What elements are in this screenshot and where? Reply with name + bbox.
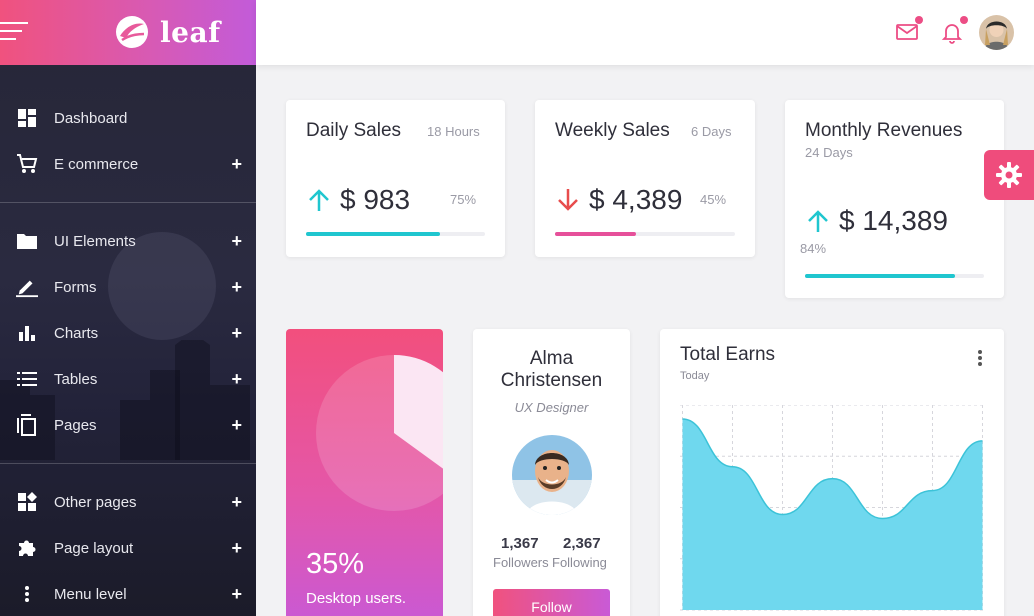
bell-notification-dot	[960, 16, 968, 24]
stat-percent: 45%	[700, 192, 727, 207]
sidebar-item-ui-elements[interactable]: UI Elements +	[0, 218, 256, 264]
followers-count: 1,367	[501, 535, 539, 552]
total-earns-chart	[680, 405, 985, 611]
mail-icon[interactable]	[895, 16, 923, 44]
sidebar-item-label: Charts	[54, 324, 99, 342]
sidebar-item-label: Dashboard	[54, 109, 128, 127]
stat-value: $ 14,389	[839, 205, 948, 236]
list-icon	[16, 368, 38, 390]
sidebar-divider	[0, 463, 256, 464]
sidebar-item-other-pages[interactable]: Other pages +	[0, 479, 256, 525]
brand-logo[interactable]: leaf	[114, 14, 221, 50]
desktop-label: Desktop users.	[306, 590, 407, 607]
more-vertical-icon	[16, 583, 38, 605]
stat-period: 24 Days	[805, 145, 853, 160]
progress-fill	[306, 232, 441, 236]
expand-plus-icon[interactable]: +	[231, 370, 242, 388]
sidebar-item-pages[interactable]: Pages +	[0, 402, 256, 448]
sidebar-item-label: Forms	[54, 278, 97, 296]
expand-plus-icon[interactable]: +	[231, 155, 242, 173]
widgets-icon	[16, 491, 38, 513]
stat-title: Monthly Revenues	[805, 120, 963, 141]
brand-name: leaf	[160, 15, 221, 49]
sidebar-item-label: UI Elements	[54, 232, 136, 250]
desktop-percent: 35%	[306, 548, 365, 580]
sidebar-item-charts[interactable]: Charts +	[0, 310, 256, 356]
expand-plus-icon[interactable]: +	[231, 232, 242, 250]
follow-button[interactable]: Follow	[493, 589, 610, 616]
stat-title: Weekly Sales	[555, 120, 670, 141]
following-count: 2,367	[563, 535, 601, 552]
monthly-revenues-card: Monthly Revenues 24 Days $ 14,389 84%	[785, 100, 1004, 298]
menu-toggle-icon[interactable]	[0, 22, 28, 42]
puzzle-icon	[16, 537, 38, 559]
profile-role: UX Designer	[514, 400, 589, 415]
stat-percent: 75%	[450, 192, 477, 207]
progress-bar	[805, 274, 984, 278]
sidebar-item-label: Pages	[54, 416, 97, 434]
bell-icon[interactable]	[940, 16, 968, 44]
copy-icon	[16, 414, 38, 436]
stat-value-row: $ 983	[306, 184, 410, 216]
sidebar-item-label: Other pages	[54, 493, 137, 511]
folder-icon	[16, 230, 38, 252]
chart-title: Total Earns	[680, 344, 776, 365]
more-vertical-icon[interactable]	[975, 349, 985, 367]
sidebar-item-ecommerce[interactable]: E commerce +	[0, 141, 256, 187]
profile-last-name: Christensen	[500, 370, 603, 391]
profile-avatar	[512, 435, 592, 515]
daily-sales-card: Daily Sales 18 Hours $ 983 75%	[286, 100, 505, 257]
stat-value: $ 4,389	[589, 184, 683, 215]
stat-period: 6 Days	[691, 124, 732, 139]
stat-value: $ 983	[340, 184, 411, 215]
arrow-down-icon	[558, 189, 578, 211]
expand-plus-icon[interactable]: +	[231, 539, 242, 557]
bar-chart-icon	[16, 322, 38, 344]
mail-notification-dot	[915, 16, 923, 24]
gear-icon	[996, 162, 1022, 188]
followers-label: Followers	[493, 555, 549, 570]
sidebar-item-label: Menu level	[54, 585, 127, 603]
expand-plus-icon[interactable]: +	[231, 324, 242, 342]
expand-plus-icon[interactable]: +	[231, 416, 242, 434]
weekly-sales-card: Weekly Sales 6 Days $ 4,389 45%	[535, 100, 755, 257]
dashboard-icon	[16, 107, 38, 129]
sidebar-item-dashboard[interactable]: Dashboard	[0, 95, 256, 141]
settings-button[interactable]	[984, 150, 1034, 200]
sidebar-item-menu-level[interactable]: Menu level +	[0, 571, 256, 616]
cart-icon	[16, 153, 38, 175]
leaf-logo-icon	[116, 16, 148, 48]
sidebar-item-label: E commerce	[54, 155, 139, 173]
expand-plus-icon[interactable]: +	[231, 493, 242, 511]
profile-first-name: Alma	[529, 348, 574, 369]
stat-percent: 84%	[800, 241, 827, 256]
brand-header: leaf	[0, 0, 256, 65]
sidebar-item-tables[interactable]: Tables +	[0, 356, 256, 402]
progress-fill	[805, 274, 956, 278]
chart-subtitle: Today	[680, 370, 710, 382]
user-avatar[interactable]	[979, 15, 1014, 50]
stat-period: 18 Hours	[427, 124, 480, 139]
arrow-up-icon	[808, 210, 828, 232]
expand-plus-icon[interactable]: +	[231, 278, 242, 296]
stat-title: Daily Sales	[306, 120, 402, 141]
arrow-up-icon	[309, 189, 329, 211]
progress-fill	[555, 232, 636, 236]
pencil-icon	[16, 276, 38, 298]
following-label: Following	[552, 555, 607, 570]
sidebar-divider	[0, 202, 256, 203]
expand-plus-icon[interactable]: +	[231, 585, 242, 603]
sidebar-item-label: Tables	[54, 370, 98, 388]
stat-value-row: $ 4,389	[555, 184, 682, 216]
progress-bar	[306, 232, 485, 236]
sidebar-item-page-layout[interactable]: Page layout +	[0, 525, 256, 571]
progress-bar	[555, 232, 735, 236]
sidebar-item-forms[interactable]: Forms +	[0, 264, 256, 310]
sidebar-item-label: Page layout	[54, 539, 134, 557]
stat-value-row: $ 14,389	[805, 205, 948, 237]
sidebar: leaf Dashboard E commerce + UI Elements …	[0, 0, 256, 616]
